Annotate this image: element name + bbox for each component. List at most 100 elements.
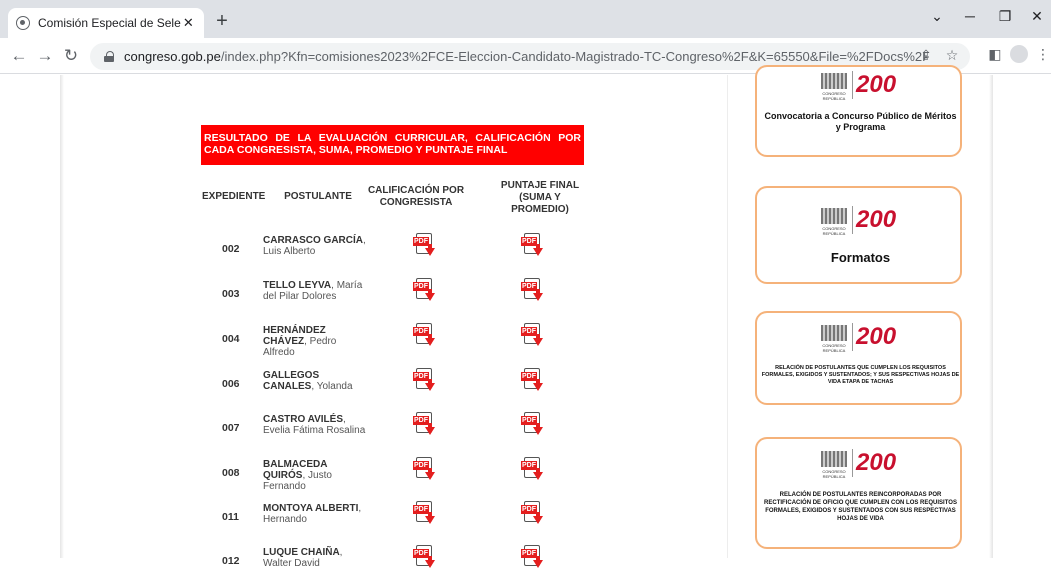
pdf-badge: PDF	[521, 372, 537, 381]
sidebar-card-text: Convocatoria a Concurso Público de Mérit…	[764, 111, 957, 132]
sidebar-card-link[interactable]: CONGRESO REPÚBLICA 200 RELACIÓN DE POSTULA…	[755, 311, 962, 405]
forward-button[interactable]: →	[34, 44, 56, 68]
pdf-badge: PDF	[413, 237, 429, 246]
postulante-last-name: MONTOYA ALBERTI	[263, 503, 359, 514]
new-tab-button[interactable]: +	[210, 9, 234, 33]
logo-text: CONGRESO REPÚBLICA	[822, 343, 846, 353]
puntaje-pdf-link[interactable]: PDF	[521, 501, 543, 527]
side-panel-icon[interactable]: ◧	[985, 46, 1005, 63]
minimize-button[interactable]: ─	[955, 8, 985, 24]
postulante-name: MONTOYA ALBERTI, Hernando	[263, 503, 369, 525]
download-arrow-icon	[425, 383, 435, 391]
sidebar-card-link[interactable]: CONGRESO REPÚBLICA 200 Formatos	[755, 186, 962, 284]
calificacion-pdf-link[interactable]: PDF	[413, 278, 435, 304]
download-arrow-icon	[533, 248, 543, 256]
download-arrow-icon	[425, 248, 435, 256]
download-arrow-icon	[533, 293, 543, 301]
url-text: congreso.gob.pe/index.php?Kfn=comisiones…	[124, 49, 929, 64]
postulante-name: LUQUE CHAIÑA, Walter David	[263, 547, 369, 569]
share-icon[interactable]: ⇪	[916, 47, 936, 64]
back-button[interactable]: ←	[8, 44, 30, 68]
logo-text: CONGRESO REPÚBLICA	[822, 91, 846, 101]
globe-icon	[16, 16, 30, 30]
congress-building-icon	[821, 208, 847, 224]
expediente-number: 007	[222, 422, 240, 434]
close-window-button[interactable]: ✕	[1022, 8, 1051, 25]
content-shadow-left	[60, 75, 64, 558]
puntaje-pdf-link[interactable]: PDF	[521, 278, 543, 304]
logo-divider	[852, 71, 853, 99]
expediente-number: 004	[222, 333, 240, 345]
calificacion-pdf-link[interactable]: PDF	[413, 323, 435, 349]
expediente-number: 002	[222, 243, 240, 255]
puntaje-pdf-link[interactable]: PDF	[521, 368, 543, 394]
postulante-name: HERNÁNDEZ CHÁVEZ, Pedro Alfredo	[263, 325, 369, 358]
calificacion-pdf-link[interactable]: PDF	[413, 457, 435, 483]
header-calificacion: CALIFICACIÓN POR CONGRESISTA	[367, 185, 465, 208]
pdf-badge: PDF	[413, 282, 429, 291]
content-shadow-right	[989, 75, 993, 558]
postulante-name: TELLO LEYVA, María del Pilar Dolores	[263, 280, 369, 302]
profile-avatar[interactable]	[1010, 45, 1028, 63]
puntaje-pdf-link[interactable]: PDF	[521, 233, 543, 259]
header-puntaje: PUNTAJE FINAL (SUMA Y PROMEDIO)	[500, 180, 580, 215]
calificacion-pdf-link[interactable]: PDF	[413, 233, 435, 259]
download-arrow-icon	[425, 427, 435, 435]
pdf-badge: PDF	[521, 327, 537, 336]
download-arrow-icon	[533, 472, 543, 480]
pdf-badge: PDF	[521, 416, 537, 425]
calificacion-pdf-link[interactable]: PDF	[413, 545, 435, 571]
postulante-name: CARRASCO GARCÍA, Luis Alberto	[263, 235, 369, 257]
bicentennial-number: 200	[856, 449, 897, 476]
download-arrow-icon	[533, 338, 543, 346]
sidebar-card-text: RELACIÓN DE POSTULANTES REINCORPORADAS P…	[764, 492, 957, 522]
puntaje-pdf-link[interactable]: PDF	[521, 457, 543, 483]
pdf-badge: PDF	[521, 505, 537, 514]
restore-button[interactable]: ❐	[990, 8, 1020, 25]
browser-tab-strip: Comisión Especial de Selección d ✕ + ⌄ ─…	[0, 0, 1051, 38]
sidebar-card-link[interactable]: CONGRESO REPÚBLICA 200 RELACIÓN DE POSTULA…	[755, 437, 962, 549]
puntaje-pdf-link[interactable]: PDF	[521, 545, 543, 571]
logo-divider	[852, 323, 853, 351]
download-arrow-icon	[425, 338, 435, 346]
expediente-number: 011	[222, 511, 239, 523]
pdf-badge: PDF	[413, 505, 429, 514]
calificacion-pdf-link[interactable]: PDF	[413, 368, 435, 394]
logo-divider	[852, 449, 853, 477]
lock-icon	[104, 51, 114, 62]
reload-button[interactable]: ↻	[60, 44, 82, 68]
bicentennial-number: 200	[856, 323, 897, 350]
expediente-number: 003	[222, 288, 240, 300]
calificacion-pdf-link[interactable]: PDF	[413, 412, 435, 438]
close-tab-icon[interactable]: ✕	[181, 15, 196, 31]
bookmark-star-icon[interactable]: ☆	[942, 47, 962, 64]
column-divider	[727, 75, 728, 558]
download-arrow-icon	[425, 293, 435, 301]
menu-icon[interactable]: ⋮	[1033, 46, 1051, 63]
postulante-name: CASTRO AVILÉS, Evelia Fátima Rosalina	[263, 414, 369, 436]
postulante-name: GALLEGOS CANALES, Yolanda	[263, 370, 369, 392]
download-arrow-icon	[533, 516, 543, 524]
congreso-logo: CONGRESO REPÚBLICA 200	[821, 71, 901, 101]
calificacion-pdf-link[interactable]: PDF	[413, 501, 435, 527]
puntaje-pdf-link[interactable]: PDF	[521, 412, 543, 438]
expediente-number: 008	[222, 467, 240, 479]
pdf-badge: PDF	[413, 372, 429, 381]
logo-text: CONGRESO REPÚBLICA	[822, 469, 846, 479]
congreso-logo: CONGRESO REPÚBLICA 200	[821, 323, 901, 353]
puntaje-pdf-link[interactable]: PDF	[521, 323, 543, 349]
browser-tab[interactable]: Comisión Especial de Selección d ✕	[8, 8, 204, 38]
tab-search-icon[interactable]: ⌄	[922, 8, 952, 25]
pdf-badge: PDF	[521, 282, 537, 291]
logo-text: CONGRESO REPÚBLICA	[822, 226, 846, 236]
sidebar-card-link[interactable]: CONGRESO REPÚBLICA 200 Convocatoria a Conc…	[755, 65, 962, 157]
pdf-badge: PDF	[413, 549, 429, 558]
congress-building-icon	[821, 325, 847, 341]
postulante-last-name: CARRASCO GARCÍA	[263, 235, 363, 246]
download-arrow-icon	[425, 560, 435, 568]
pdf-badge: PDF	[521, 461, 537, 470]
sidebar-card-text: Formatos	[830, 250, 891, 265]
pdf-badge: PDF	[521, 237, 537, 246]
download-arrow-icon	[533, 560, 543, 568]
congress-building-icon	[821, 73, 847, 89]
